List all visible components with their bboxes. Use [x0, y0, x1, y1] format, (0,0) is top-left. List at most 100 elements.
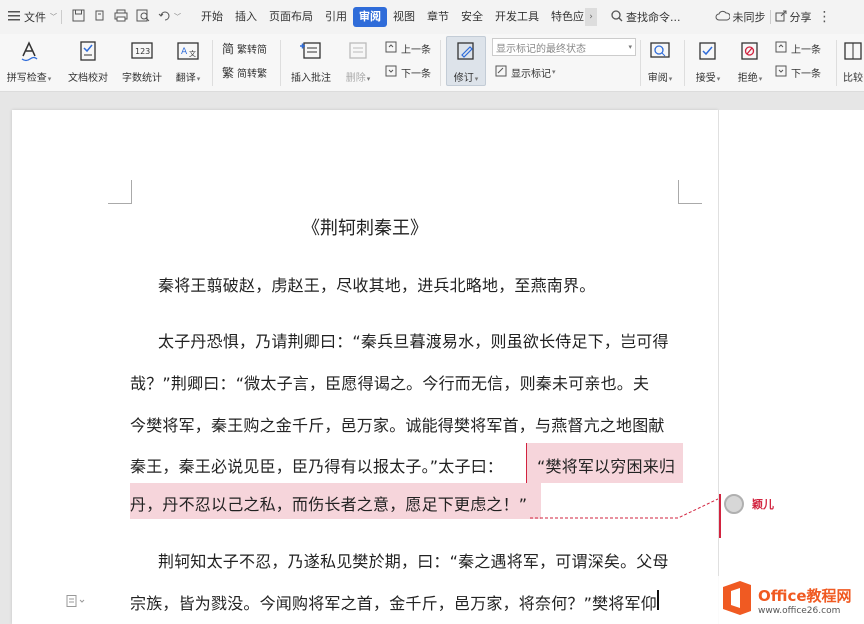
svg-text:123: 123	[135, 47, 150, 56]
reject-icon	[739, 40, 761, 65]
accept-button[interactable]: 接受▾	[690, 40, 726, 84]
tab-security[interactable]: 安全	[455, 7, 489, 27]
next-change-button[interactable]: 下一条	[774, 64, 821, 80]
traditional-char-icon: 简	[222, 42, 235, 56]
document-title: 《荆轲刺秦王》	[302, 218, 428, 239]
compare-icon	[842, 40, 864, 65]
doc-proofread-label: 文档校对	[68, 73, 108, 84]
to-traditional-label: 繁转简	[237, 45, 268, 56]
undo-dropdown-icon[interactable]: ﹀	[174, 12, 181, 22]
export-icon[interactable]	[93, 9, 106, 25]
reject-button[interactable]: 拒绝▾	[732, 40, 768, 84]
to-simplified-label: 简转繁	[237, 69, 268, 80]
next-comment-icon	[384, 64, 398, 80]
next-comment-button[interactable]: 下一条	[384, 64, 431, 80]
hamburger-icon	[8, 10, 20, 24]
review-pane-label: 审阅	[647, 73, 668, 84]
reject-label: 拒绝	[737, 73, 758, 84]
sync-status[interactable]: 未同步	[715, 0, 766, 34]
more-icon[interactable]: ⋮	[818, 9, 832, 25]
tab-chapter[interactable]: 章节	[421, 7, 455, 27]
undo-icon[interactable]	[158, 10, 172, 25]
file-menu-label: 文件	[24, 11, 46, 24]
comment-item[interactable]: 颖儿	[724, 494, 774, 514]
tab-insert[interactable]: 插入	[229, 7, 263, 27]
to-traditional-button[interactable]: 简 繁转简	[222, 40, 267, 57]
commented-text-highlight[interactable]: 丹，丹不忍以己之私，而伤长者之意，愿足下更虑之！”	[130, 483, 542, 519]
divider	[212, 40, 213, 86]
divider	[836, 40, 837, 86]
search-command[interactable]: 查找命令...	[611, 0, 681, 34]
office-logo-icon	[720, 579, 754, 621]
track-changes-icon	[455, 40, 477, 65]
show-markup-button[interactable]: 显示标记 ▾	[494, 64, 556, 80]
track-changes-label: 修订	[453, 73, 474, 84]
next-change-icon	[774, 64, 788, 80]
comment-indicator-bar	[719, 494, 721, 538]
delete-comment-button[interactable]: 删除▾	[340, 40, 376, 84]
display-mode-select[interactable]: 显示标记的最终状态 ▾	[492, 38, 636, 56]
tab-developer[interactable]: 开发工具	[489, 7, 545, 27]
prev-comment-label: 上一条	[401, 44, 431, 56]
tab-home[interactable]: 开始	[195, 7, 229, 27]
paragraph-line: 宗族，皆为戮没。今闻购将军之首，金千斤，邑万家，将奈何？”樊将军仰	[130, 594, 657, 613]
cloud-sync-icon	[715, 10, 730, 24]
compare-label: 比较	[843, 73, 863, 84]
margin-corner-mark	[678, 180, 702, 204]
svg-text:文: 文	[189, 49, 196, 58]
insert-comment-button[interactable]: 插入批注	[286, 40, 336, 84]
tab-features[interactable]: 特色应	[545, 7, 585, 27]
divider	[280, 40, 281, 86]
divider	[640, 40, 641, 86]
document-page[interactable]: 《荆轲刺秦王》 秦将王翦破赵，虏赵王，尽收其地，进兵北略地，至燕南界。 太子丹恐…	[12, 110, 718, 624]
print-preview-icon[interactable]	[136, 9, 150, 25]
prev-change-label: 上一条	[791, 44, 821, 56]
spell-check-button[interactable]: 拼写检查▾	[4, 40, 54, 84]
to-simplified-button[interactable]: 繁 简转繁	[222, 64, 267, 81]
translate-button[interactable]: A文 翻译▾	[170, 40, 206, 84]
commented-text-highlight[interactable]: “樊将军以穷困来归	[526, 443, 684, 483]
save-icon[interactable]	[72, 9, 85, 25]
track-changes-button[interactable]: 修订▾	[446, 36, 486, 86]
divider	[684, 40, 685, 86]
translate-label: 翻译	[175, 73, 196, 84]
display-mode-value: 显示标记的最终状态	[496, 43, 586, 55]
chevron-down-icon: ﹀	[50, 13, 57, 21]
watermark-logo: Office教程网 www.office26.com	[716, 576, 864, 624]
review-pane-icon	[648, 40, 672, 65]
word-count-button[interactable]: 123 字数统计	[118, 40, 166, 84]
print-icon[interactable]	[114, 9, 128, 25]
divider	[769, 10, 771, 24]
tab-references[interactable]: 引用	[319, 7, 353, 27]
share-button[interactable]: 分享	[775, 0, 812, 34]
compare-button[interactable]: 比较	[842, 40, 864, 84]
proofread-icon	[77, 40, 99, 65]
simplified-char-icon: 繁	[222, 66, 235, 80]
watermark-url: www.office26.com	[758, 605, 841, 616]
paragraph-line: 荆轲知太子不忍，乃遂私见樊於期，曰：“秦之遇将军，可谓深矣。父母	[158, 552, 669, 571]
divider	[61, 10, 62, 24]
menu-bar: 文件 ﹀ ﹀ 开始 插入 页面布局 引用 审阅 视图 章节 安全 开发工具 特色…	[0, 0, 864, 34]
prev-comment-icon	[384, 40, 398, 56]
review-pane-button[interactable]: 审阅▾	[642, 40, 678, 84]
sync-status-label: 未同步	[732, 11, 766, 24]
spell-check-icon	[18, 40, 40, 65]
margin-corner-mark	[108, 180, 132, 204]
word-count-label: 字数统计	[122, 73, 162, 84]
tab-review[interactable]: 审阅	[353, 7, 387, 27]
tabs-scroll-right-icon[interactable]: ›	[585, 8, 597, 26]
prev-change-button[interactable]: 上一条	[774, 40, 821, 56]
tab-page-layout[interactable]: 页面布局	[263, 7, 319, 27]
file-menu[interactable]: 文件 ﹀	[8, 0, 57, 34]
paragraph-marker-icon[interactable]	[66, 592, 86, 611]
doc-proofread-button[interactable]: 文档校对	[64, 40, 112, 84]
chevron-down-icon: ▾	[628, 43, 632, 51]
prev-comment-button[interactable]: 上一条	[384, 40, 431, 56]
prev-change-icon	[774, 40, 788, 56]
paragraph-line: 秦将王翦破赵，虏赵王，尽收其地，进兵北略地，至燕南界。	[158, 276, 596, 295]
tab-view[interactable]: 视图	[387, 7, 421, 27]
translate-icon: A文	[176, 40, 200, 65]
delete-comment-label: 删除	[345, 73, 366, 84]
comment-connector-line	[530, 497, 721, 519]
show-markup-label: 显示标记	[511, 68, 551, 80]
